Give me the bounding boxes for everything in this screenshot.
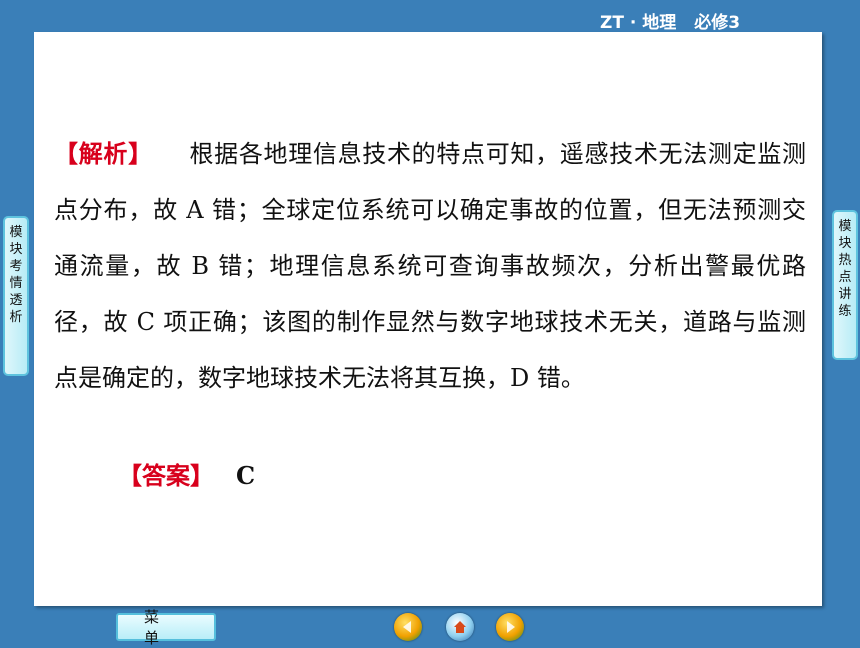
analysis-tag: 【解析】 bbox=[54, 139, 153, 168]
answer-tag: 【答案】 bbox=[118, 461, 214, 490]
analysis-text: 根据各地理信息技术的特点可知，遥感技术无法测定监测点分布，故 A 错；全球定位系… bbox=[54, 140, 807, 392]
home-icon[interactable] bbox=[446, 613, 474, 641]
menu-button[interactable]: 菜单 bbox=[116, 608, 216, 647]
header-title: ZT · 地理 必修3 bbox=[600, 8, 740, 33]
side-tab-module-hotspots[interactable]: 模块热点讲练 bbox=[832, 210, 858, 360]
header-course: ZT · 地理 bbox=[600, 13, 677, 33]
answer-value: C bbox=[236, 461, 256, 490]
side-tab-module-analysis[interactable]: 模块考情透析 bbox=[3, 216, 29, 376]
analysis-paragraph: 【解析】 根据各地理信息技术的特点可知，遥感技术无法测定监测点分布，故 A 错；全… bbox=[54, 126, 806, 406]
previous-icon[interactable] bbox=[394, 613, 422, 641]
answer-line: 【答案】 C bbox=[118, 452, 255, 500]
next-icon[interactable] bbox=[496, 613, 524, 641]
header-book: 必修3 bbox=[694, 13, 741, 33]
